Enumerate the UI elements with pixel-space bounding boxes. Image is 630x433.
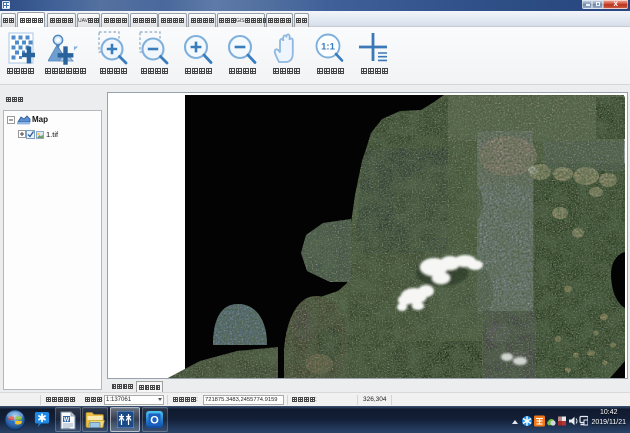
svg-text:W: W — [64, 417, 70, 423]
svg-text:1:1: 1:1 — [321, 42, 335, 53]
svg-text:O: O — [150, 415, 159, 427]
